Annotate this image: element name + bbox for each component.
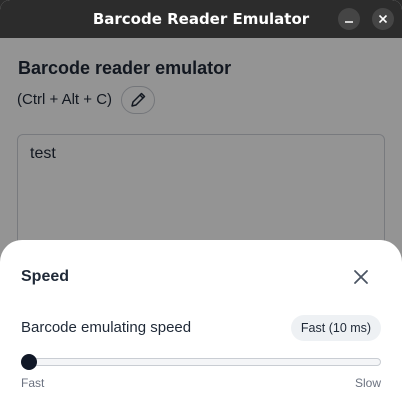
speed-bottom-sheet: Speed Barcode emulating speed Fast (10 m…	[0, 240, 402, 419]
slider-track[interactable]	[21, 358, 381, 366]
slider-max-label: Slow	[355, 376, 382, 390]
slider-thumb[interactable]	[21, 354, 37, 370]
title-bar: Barcode Reader Emulator	[0, 0, 402, 38]
close-icon	[378, 14, 388, 24]
speed-slider[interactable]	[21, 353, 381, 371]
sheet-title: Speed	[21, 268, 70, 285]
close-icon	[354, 270, 368, 284]
sheet-close-button[interactable]	[350, 266, 372, 288]
app-window: Barcode Reader Emulator Barcode reader e…	[0, 0, 402, 419]
minimize-icon	[345, 21, 353, 23]
speed-label: Barcode emulating speed	[21, 319, 192, 336]
minimize-button[interactable]	[338, 8, 360, 30]
window-close-button[interactable]	[372, 8, 394, 30]
slider-min-label: Fast	[21, 376, 45, 390]
speed-value-badge: Fast (10 ms)	[291, 315, 381, 341]
main-content: Barcode reader emulator (Ctrl + Alt + C)…	[0, 38, 402, 419]
